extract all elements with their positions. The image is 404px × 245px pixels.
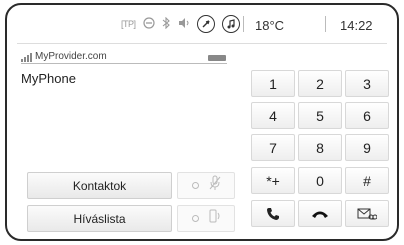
key-4[interactable]: 4 bbox=[251, 102, 295, 129]
call-list-button[interactable]: Híváslista bbox=[27, 205, 172, 232]
phone-name: MyPhone bbox=[21, 71, 76, 86]
status-bar: [TP] 18°C 14:22 bbox=[7, 5, 397, 43]
provider-divider bbox=[21, 63, 227, 64]
voicemail-icon bbox=[357, 207, 377, 221]
key-5[interactable]: 5 bbox=[298, 102, 342, 129]
hang-up-icon bbox=[311, 209, 329, 219]
temperature: 18°C bbox=[255, 18, 285, 33]
phone-screen: [TP] 18°C 14:22 MyProvider.com MyPhone 1… bbox=[5, 3, 399, 241]
key-7[interactable]: 7 bbox=[251, 134, 295, 161]
no-entry-icon bbox=[142, 16, 155, 32]
battery-icon bbox=[208, 55, 226, 61]
status-icons: [TP] bbox=[121, 14, 240, 34]
phone-handset-icon bbox=[266, 207, 280, 221]
key-star-plus[interactable]: *+ bbox=[251, 167, 295, 194]
provider-name: MyProvider.com bbox=[35, 51, 107, 62]
key-2[interactable]: 2 bbox=[298, 70, 342, 97]
signal-icon bbox=[21, 53, 32, 62]
provider-info: MyProvider.com bbox=[21, 51, 107, 62]
key-3[interactable]: 3 bbox=[345, 70, 389, 97]
clock: 14:22 bbox=[340, 18, 373, 33]
key-6[interactable]: 6 bbox=[345, 102, 389, 129]
key-8[interactable]: 8 bbox=[298, 134, 342, 161]
key-1[interactable]: 1 bbox=[251, 70, 295, 97]
toggle-indicator bbox=[191, 215, 199, 222]
key-9[interactable]: 9 bbox=[345, 134, 389, 161]
hang-up-button[interactable] bbox=[298, 200, 342, 227]
call-button[interactable] bbox=[251, 200, 295, 227]
music-icon[interactable] bbox=[221, 15, 240, 33]
call-list-label: Híváslista bbox=[73, 211, 126, 226]
handsfree-toggle[interactable] bbox=[177, 205, 235, 232]
mute-toggle[interactable] bbox=[177, 172, 235, 199]
contacts-label: Kontaktok bbox=[72, 178, 127, 193]
mic-mute-icon bbox=[209, 175, 221, 196]
status-divider-line bbox=[17, 43, 387, 44]
tp-icon: [TP] bbox=[121, 19, 136, 29]
status-divider bbox=[243, 16, 244, 32]
bluetooth-icon bbox=[162, 16, 171, 32]
handsfree-icon bbox=[209, 209, 221, 228]
voicemail-button[interactable] bbox=[345, 200, 389, 227]
toggle-indicator bbox=[191, 182, 199, 189]
contacts-button[interactable]: Kontaktok bbox=[27, 172, 172, 199]
key-hash[interactable]: # bbox=[345, 167, 389, 194]
volume-icon bbox=[178, 17, 190, 32]
navigation-icon[interactable] bbox=[196, 15, 215, 33]
status-divider bbox=[325, 16, 326, 32]
key-0[interactable]: 0 bbox=[298, 167, 342, 194]
